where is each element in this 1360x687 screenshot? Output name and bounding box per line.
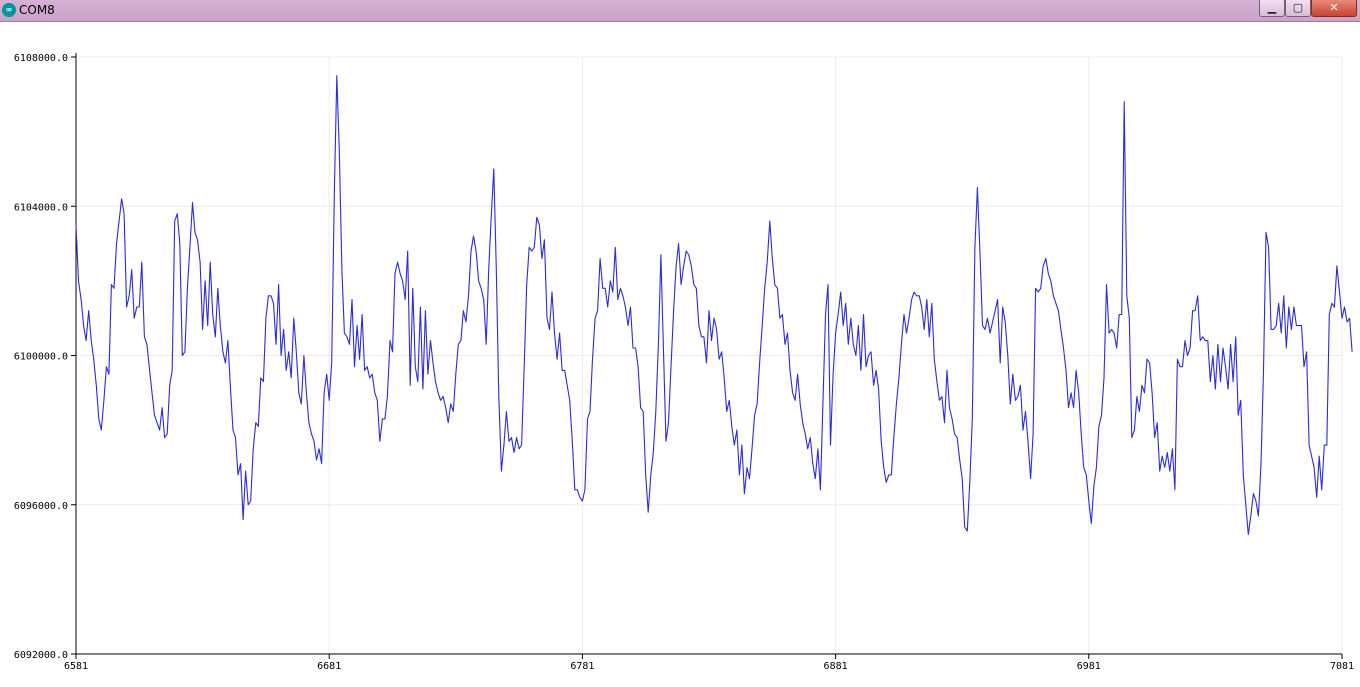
y-tick-label: 6104000.0	[14, 202, 68, 213]
y-tick-label: 6092000.0	[14, 650, 68, 661]
minimize-button[interactable]: ▁	[1259, 0, 1285, 17]
y-tick-label: 6096000.0	[14, 501, 68, 512]
arduino-icon: ∞	[2, 3, 16, 17]
chart-grid	[75, 56, 1343, 655]
window-titlebar[interactable]: ∞ COM8 ▁ ▢ ✕	[0, 0, 1360, 22]
series-line	[75, 75, 1353, 536]
x-tick-label: 6981	[1077, 661, 1101, 672]
close-button[interactable]: ✕	[1311, 0, 1357, 17]
y-tick-label: 6100000.0	[14, 352, 68, 363]
x-tick-label: 7081	[1330, 661, 1354, 672]
x-tick-label: 6681	[317, 661, 341, 672]
serial-plotter-chart: 6092000.0 6096000.0 6100000.0 6104000.0 6108…	[14, 53, 1354, 672]
x-tick-label: 6781	[570, 661, 594, 672]
x-tick-label: 6881	[824, 661, 848, 672]
maximize-button[interactable]: ▢	[1285, 0, 1311, 17]
chart-tick-labels: 6092000.0 6096000.0 6100000.0 6104000.0 6108…	[14, 53, 1354, 672]
window-title: COM8	[19, 3, 55, 17]
x-tick-label: 6581	[64, 661, 88, 672]
chart-series	[75, 75, 1353, 536]
y-tick-label: 6108000.0	[14, 53, 68, 64]
